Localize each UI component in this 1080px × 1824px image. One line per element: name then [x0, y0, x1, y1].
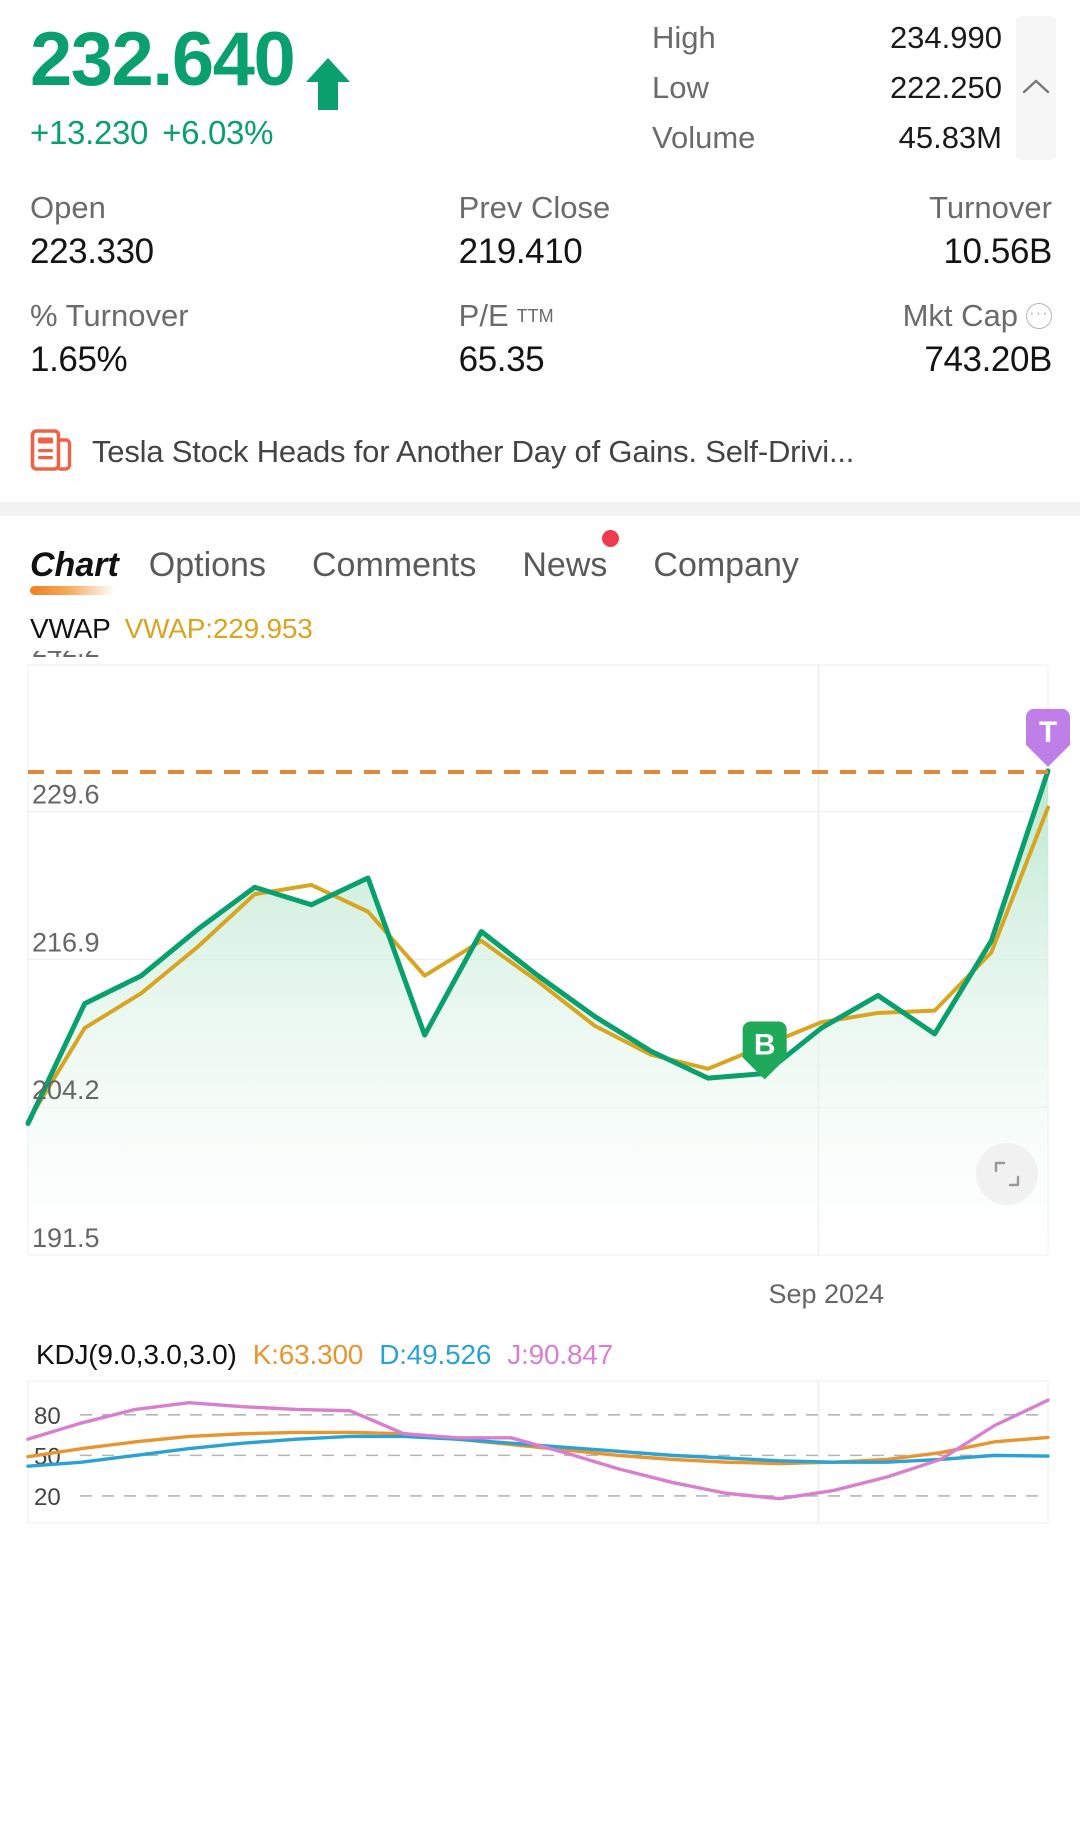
- low-label: Low: [652, 70, 709, 106]
- high-low-volume-panel: High 234.990 Low 222.250 Volume 45.83M: [652, 16, 1056, 161]
- stat-mkt-cap-label: Mkt Cap ···: [903, 298, 1052, 334]
- stats-grid: Open 223.330 Prev Close 219.410 Turnover…: [0, 180, 1080, 380]
- news-headline-row[interactable]: Tesla Stock Heads for Another Day of Gai…: [0, 422, 1080, 482]
- tab-comments-label: Comments: [311, 546, 477, 584]
- price-chart-svg: 242.2 229.6 216.9 204.2 191.5 Sep 2024 B T: [25, 651, 1070, 1309]
- stat-prev-close-value: 219.410: [458, 232, 583, 271]
- svg-text:216.9: 216.9: [32, 927, 100, 957]
- tab-chart-label: Chart: [30, 546, 119, 584]
- stat-turnover: Turnover 10.56B: [711, 190, 1052, 272]
- stat-open-label: Open: [30, 190, 106, 225]
- stat-turnover-label: Turnover: [929, 190, 1052, 225]
- tab-chart[interactable]: Chart: [30, 546, 129, 599]
- content-tabs: Chart Options Comments News Company: [0, 516, 1080, 599]
- price-plot[interactable]: 242.2 229.6 216.9 204.2 191.5 Sep 2024 B T: [0, 651, 1080, 1323]
- section-divider: [0, 502, 1080, 516]
- stat-pe: P/E TTM 65.35: [371, 298, 712, 380]
- vwap-legend: VWAP VWAP:229.953: [0, 605, 1080, 651]
- stat-mkt-cap-label-text: Mkt Cap: [902, 298, 1018, 333]
- stat-pct-turnover-value: 1.65%: [30, 340, 128, 379]
- kdj-chart-svg: 805020: [26, 1380, 1050, 1524]
- news-badge-dot: [602, 530, 620, 547]
- tab-comments[interactable]: Comments: [312, 546, 502, 599]
- high-value: 234.990: [889, 20, 1002, 55]
- svg-text:T: T: [1039, 716, 1057, 749]
- stat-pe-label-text: P/E: [458, 298, 509, 333]
- stat-open: Open 223.330: [30, 190, 371, 272]
- tab-company[interactable]: Company: [653, 546, 825, 599]
- stat-pct-turnover-label: % Turnover: [30, 298, 189, 333]
- svg-text:20: 20: [34, 1484, 61, 1511]
- stat-prev-close-label: Prev Close: [458, 190, 611, 225]
- high-row: High 234.990: [652, 16, 1010, 60]
- svg-text:229.6: 229.6: [32, 780, 100, 810]
- svg-text:Sep 2024: Sep 2024: [769, 1279, 885, 1309]
- tab-options-label: Options: [148, 546, 266, 584]
- svg-text:204.2: 204.2: [32, 1075, 100, 1105]
- stat-pct-turnover: % Turnover 1.65%: [30, 298, 371, 380]
- price-row: 232.640: [30, 17, 351, 110]
- newspaper-icon: [30, 428, 72, 477]
- chevron-up-icon: [1021, 77, 1051, 100]
- svg-text:191.5: 191.5: [32, 1223, 100, 1253]
- svg-text:80: 80: [34, 1403, 61, 1430]
- volume-row: Volume 45.83M: [652, 116, 1010, 160]
- tab-active-underline: [30, 586, 115, 595]
- last-price: 232.640: [30, 17, 296, 102]
- tab-news[interactable]: News: [522, 530, 633, 599]
- price-block: 232.640 +13.230 +6.03%: [30, 17, 351, 152]
- low-value: 222.250: [889, 70, 1002, 106]
- kdj-plot[interactable]: 80 50 20: [0, 1377, 1080, 1527]
- stock-detail-screen: 232.640 +13.230 +6.03% High 234.990 Low: [0, 0, 1080, 1824]
- stat-pe-label: P/E TTM: [458, 298, 554, 333]
- news-headline-text: Tesla Stock Heads for Another Day of Gai…: [92, 434, 855, 469]
- svg-text:242.2: 242.2: [32, 651, 100, 663]
- stat-open-value: 223.330: [30, 232, 154, 271]
- stat-turnover-value: 10.56B: [943, 232, 1052, 271]
- change-absolute: +13.230: [30, 114, 149, 151]
- volume-value: 45.83M: [898, 120, 1002, 156]
- vwap-legend-value: VWAP:229.953: [124, 613, 313, 644]
- collapse-quote-button[interactable]: [1016, 16, 1056, 161]
- high-label: High: [652, 20, 716, 55]
- volume-label: Volume: [652, 120, 756, 156]
- vwap-legend-name: VWAP: [30, 613, 111, 644]
- kdj-j-value: J:90.847: [507, 1339, 614, 1370]
- kdj-d-value: D:49.526: [379, 1339, 492, 1370]
- tab-options[interactable]: Options: [149, 546, 292, 599]
- svg-text:B: B: [754, 1028, 776, 1061]
- kdj-legend-name: KDJ(9.0,3.0,3.0): [36, 1339, 237, 1370]
- kdj-k-value: K:63.300: [252, 1339, 364, 1370]
- tab-company-label: Company: [653, 546, 799, 584]
- price-change-row: +13.230 +6.03%: [30, 114, 304, 152]
- stat-pe-value: 65.35: [458, 340, 545, 379]
- tab-news-label: News: [522, 546, 608, 584]
- low-row: Low 222.250: [652, 66, 1010, 110]
- quote-header: 232.640 +13.230 +6.03% High 234.990 Low: [0, 0, 1080, 180]
- stat-mkt-cap: Mkt Cap ··· 743.20B: [711, 298, 1053, 380]
- kdj-panel: KDJ(9.0,3.0,3.0) K:63.300 D:49.526 J:90.…: [0, 1323, 1080, 1527]
- kdj-legend: KDJ(9.0,3.0,3.0) K:63.300 D:49.526 J:90.…: [0, 1323, 1080, 1377]
- chart-area: VWAP VWAP:229.953 242.2 229.6 216.9 204.2 19…: [0, 605, 1080, 1323]
- info-dots-icon[interactable]: ···: [1025, 303, 1052, 329]
- stat-mkt-cap-value: 743.20B: [924, 340, 1052, 379]
- stat-prev-close: Prev Close 219.410: [371, 190, 712, 272]
- fullscreen-icon[interactable]: [976, 1143, 1038, 1205]
- change-percent: +6.03%: [162, 114, 274, 151]
